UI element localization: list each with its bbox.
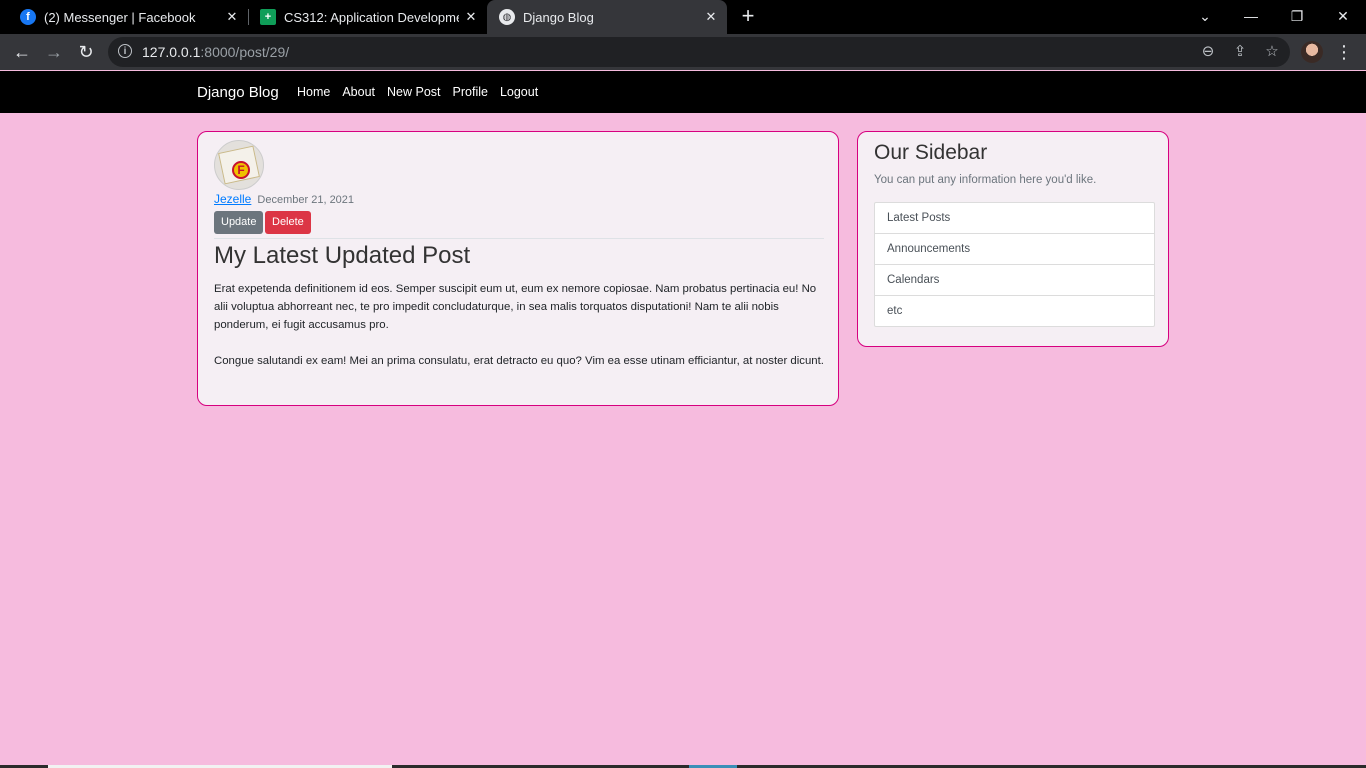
close-window-button[interactable]: ✕ [1320,0,1366,34]
bookmark-star-icon[interactable]: ☆ [1264,44,1280,60]
address-bar[interactable]: i 127.0.0.1:8000/post/29/ ⊖ ⇪ ☆ [108,37,1290,67]
sidebar-item-latest-posts[interactable]: Latest Posts [875,203,1154,234]
nav-about[interactable]: About [342,71,375,114]
reload-icon[interactable]: ↻ [72,38,100,66]
back-arrow-icon[interactable]: ← [8,38,36,66]
tab-cs312[interactable]: + CS312: Application Development ✕ [240,0,487,34]
tab-title: (2) Messenger | Facebook [44,9,196,25]
author-avatar: F [214,140,264,190]
sidebar-title: Our Sidebar [874,141,988,164]
close-icon[interactable]: ✕ [463,9,479,25]
nav-home[interactable]: Home [297,71,330,114]
facebook-icon: f [20,9,36,25]
share-icon[interactable]: ⇪ [1232,44,1248,60]
nav-links: Home About New Post Profile Logout [297,71,550,114]
post-paragraph: Erat expetenda definitionem id eos. Semp… [214,283,817,331]
divider [214,238,824,239]
site-info-icon[interactable]: i [118,44,132,58]
sheets-icon: + [260,9,276,25]
browser-toolbar: ← → ↻ i 127.0.0.1:8000/post/29/ ⊖ ⇪ ☆ ⋮ [0,34,1366,70]
author-link[interactable]: Jezelle [214,192,251,206]
more-menu-icon[interactable]: ⋮ [1334,40,1354,64]
zoom-icon[interactable]: ⊖ [1200,44,1216,60]
sidebar-item-announcements[interactable]: Announcements [875,234,1154,265]
profile-avatar[interactable] [1301,41,1323,63]
sidebar-card: Our Sidebar You can put any information … [857,131,1169,347]
tab-title: CS312: Application Development [284,9,459,25]
nav-profile[interactable]: Profile [453,71,488,114]
brand-link[interactable]: Django Blog [197,71,279,114]
update-button[interactable]: Update [214,211,264,234]
sidebar-description: You can put any information here you'd l… [874,174,1097,186]
globe-icon: ◍ [499,9,515,25]
nav-logout[interactable]: Logout [500,71,538,114]
browser-tab-strip: f (2) Messenger | Facebook ✕ + CS312: Ap… [0,0,1366,34]
forward-arrow-icon[interactable]: → [40,38,68,66]
post-content: Erat expetenda definitionem id eos. Semp… [214,280,826,388]
tab-title: Django Blog [523,9,594,25]
sidebar-item-etc[interactable]: etc [875,296,1154,326]
post-title: My Latest Updated Post [214,242,471,269]
post-date: December 21, 2021 [257,194,355,206]
delete-button[interactable]: Delete [265,211,311,234]
new-tab-button[interactable]: + [737,5,759,28]
post-paragraph: Congue salutandi ex eam! Mei an prima co… [214,355,824,367]
nav-new-post[interactable]: New Post [387,71,441,114]
sidebar-list: Latest Posts Announcements Calendars etc [874,202,1155,327]
url-text[interactable]: 127.0.0.1:8000/post/29/ [142,37,289,67]
grade-f-badge: F [232,161,250,179]
minimize-button[interactable]: — [1228,0,1274,34]
sidebar-item-calendars[interactable]: Calendars [875,265,1154,296]
close-icon[interactable]: ✕ [224,9,240,25]
close-icon[interactable]: ✕ [703,9,719,25]
tab-messenger[interactable]: f (2) Messenger | Facebook ✕ [0,0,248,34]
post-card: F Jezelle December 21, 2021 Update Delet… [197,131,839,406]
site-navbar: Django Blog Home About New Post Profile … [0,71,1366,113]
restore-button[interactable]: ❐ [1274,0,1320,34]
tab-search-chevron-icon[interactable]: ⌄ [1182,0,1228,34]
post-meta: Jezelle December 21, 2021 [214,192,354,206]
tab-django-blog[interactable]: ◍ Django Blog ✕ [487,0,727,34]
